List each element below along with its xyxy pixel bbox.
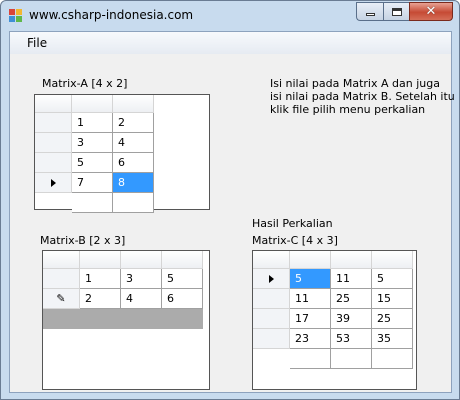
matrix-c-grid[interactable]: 5 11 5 11 25 15 17 39 25 23 53 35: [252, 250, 417, 390]
row-header[interactable]: [253, 269, 290, 289]
grid-cell[interactable]: 4: [113, 133, 154, 153]
grid-corner-header[interactable]: [253, 251, 290, 269]
grid-cell[interactable]: 3: [72, 133, 113, 153]
window-title: www.csharp-indonesia.com: [29, 8, 194, 22]
maximize-icon: [391, 7, 402, 16]
new-row-cell[interactable]: [290, 349, 331, 369]
minimize-button[interactable]: [356, 2, 383, 21]
column-header[interactable]: [113, 95, 154, 113]
grid-cell[interactable]: 2: [113, 113, 154, 133]
grid-cell[interactable]: 3: [121, 269, 162, 289]
grid-cell[interactable]: 23: [290, 329, 331, 349]
main-window: www.csharp-indonesia.com ✕ File Matrix-A…: [0, 0, 460, 400]
new-row-cell[interactable]: [331, 349, 372, 369]
grid-cell[interactable]: 1: [72, 113, 113, 133]
row-header[interactable]: [253, 309, 290, 329]
grid-cell[interactable]: 2: [80, 289, 121, 309]
current-row-arrow-icon: [268, 274, 274, 283]
close-button[interactable]: ✕: [409, 2, 453, 21]
grid-cell[interactable]: 8: [113, 173, 154, 193]
row-header[interactable]: [253, 289, 290, 309]
grid-cell[interactable]: 5: [162, 269, 203, 289]
column-header[interactable]: [121, 251, 162, 269]
column-header[interactable]: [80, 251, 121, 269]
matrix-a-grid[interactable]: 12345678: [34, 94, 210, 213]
grid-body: 5 11 5 11 25 15 17 39 25 23 53 35: [253, 251, 413, 369]
row-header[interactable]: [253, 329, 290, 349]
new-row-cell[interactable]: [72, 193, 113, 213]
grid-corner-header[interactable]: [35, 95, 72, 113]
matrix-c-label: Matrix-C [4 x 3]: [252, 234, 338, 247]
menu-bar: File: [10, 32, 451, 54]
grid-cell[interactable]: 1: [80, 269, 121, 289]
current-row-arrow-icon: [50, 178, 56, 187]
grid-cell[interactable]: 15: [372, 289, 413, 309]
grid-corner-header[interactable]: [43, 251, 80, 269]
grid-cell[interactable]: 7: [72, 173, 113, 193]
grid-cell[interactable]: 11: [290, 289, 331, 309]
grid-cell[interactable]: 25: [331, 289, 372, 309]
column-header[interactable]: [372, 251, 413, 269]
grid-body: 1 3 5 ✎ 2 4 6: [43, 251, 203, 329]
maximize-button[interactable]: [383, 2, 409, 21]
grid-cell[interactable]: 39: [331, 309, 372, 329]
grid-cell[interactable]: 35: [372, 329, 413, 349]
grid-cell[interactable]: 6: [113, 153, 154, 173]
window-controls: ✕: [356, 2, 453, 21]
matrix-b-grid[interactable]: 1 3 5 ✎ 2 4 6: [42, 250, 210, 390]
grid-cell[interactable]: 5: [72, 153, 113, 173]
grid-cell[interactable]: 4: [121, 289, 162, 309]
column-header[interactable]: [162, 251, 203, 269]
grid-body: 12345678: [35, 95, 154, 213]
instruction-text: Isi nilai pada Matrix A dan juga isi nil…: [270, 77, 455, 116]
column-header[interactable]: [72, 95, 113, 113]
client-area: File Matrix-A [4 x 2] Isi nilai pada Mat…: [9, 31, 455, 393]
row-header[interactable]: [35, 133, 72, 153]
column-header[interactable]: [331, 251, 372, 269]
row-header[interactable]: [43, 269, 80, 289]
matrix-b-label: Matrix-B [2 x 3]: [40, 234, 126, 247]
row-header[interactable]: [35, 113, 72, 133]
editing-pencil-icon: ✎: [56, 292, 66, 305]
grid-cell[interactable]: 6: [162, 289, 203, 309]
result-title: Hasil Perkalian: [252, 217, 333, 230]
row-header[interactable]: ✎: [43, 289, 80, 309]
menu-item-file[interactable]: File: [25, 36, 49, 50]
grid-cell[interactable]: 53: [331, 329, 372, 349]
new-row-cell[interactable]: [372, 349, 413, 369]
new-row-cell[interactable]: [113, 193, 154, 213]
grid-cell[interactable]: 5: [372, 269, 413, 289]
title-bar[interactable]: www.csharp-indonesia.com ✕: [1, 1, 459, 31]
grid-cell[interactable]: 5: [290, 269, 331, 289]
grid-cell[interactable]: 17: [290, 309, 331, 329]
column-header[interactable]: [290, 251, 331, 269]
minimize-icon: [365, 13, 375, 16]
grid-cell[interactable]: 25: [372, 309, 413, 329]
matrix-a-label: Matrix-A [4 x 2]: [42, 77, 128, 90]
row-header[interactable]: [35, 153, 72, 173]
grid-cell[interactable]: 11: [331, 269, 372, 289]
row-header[interactable]: [35, 173, 72, 193]
app-icon: [9, 9, 23, 23]
close-icon: ✕: [425, 4, 437, 19]
